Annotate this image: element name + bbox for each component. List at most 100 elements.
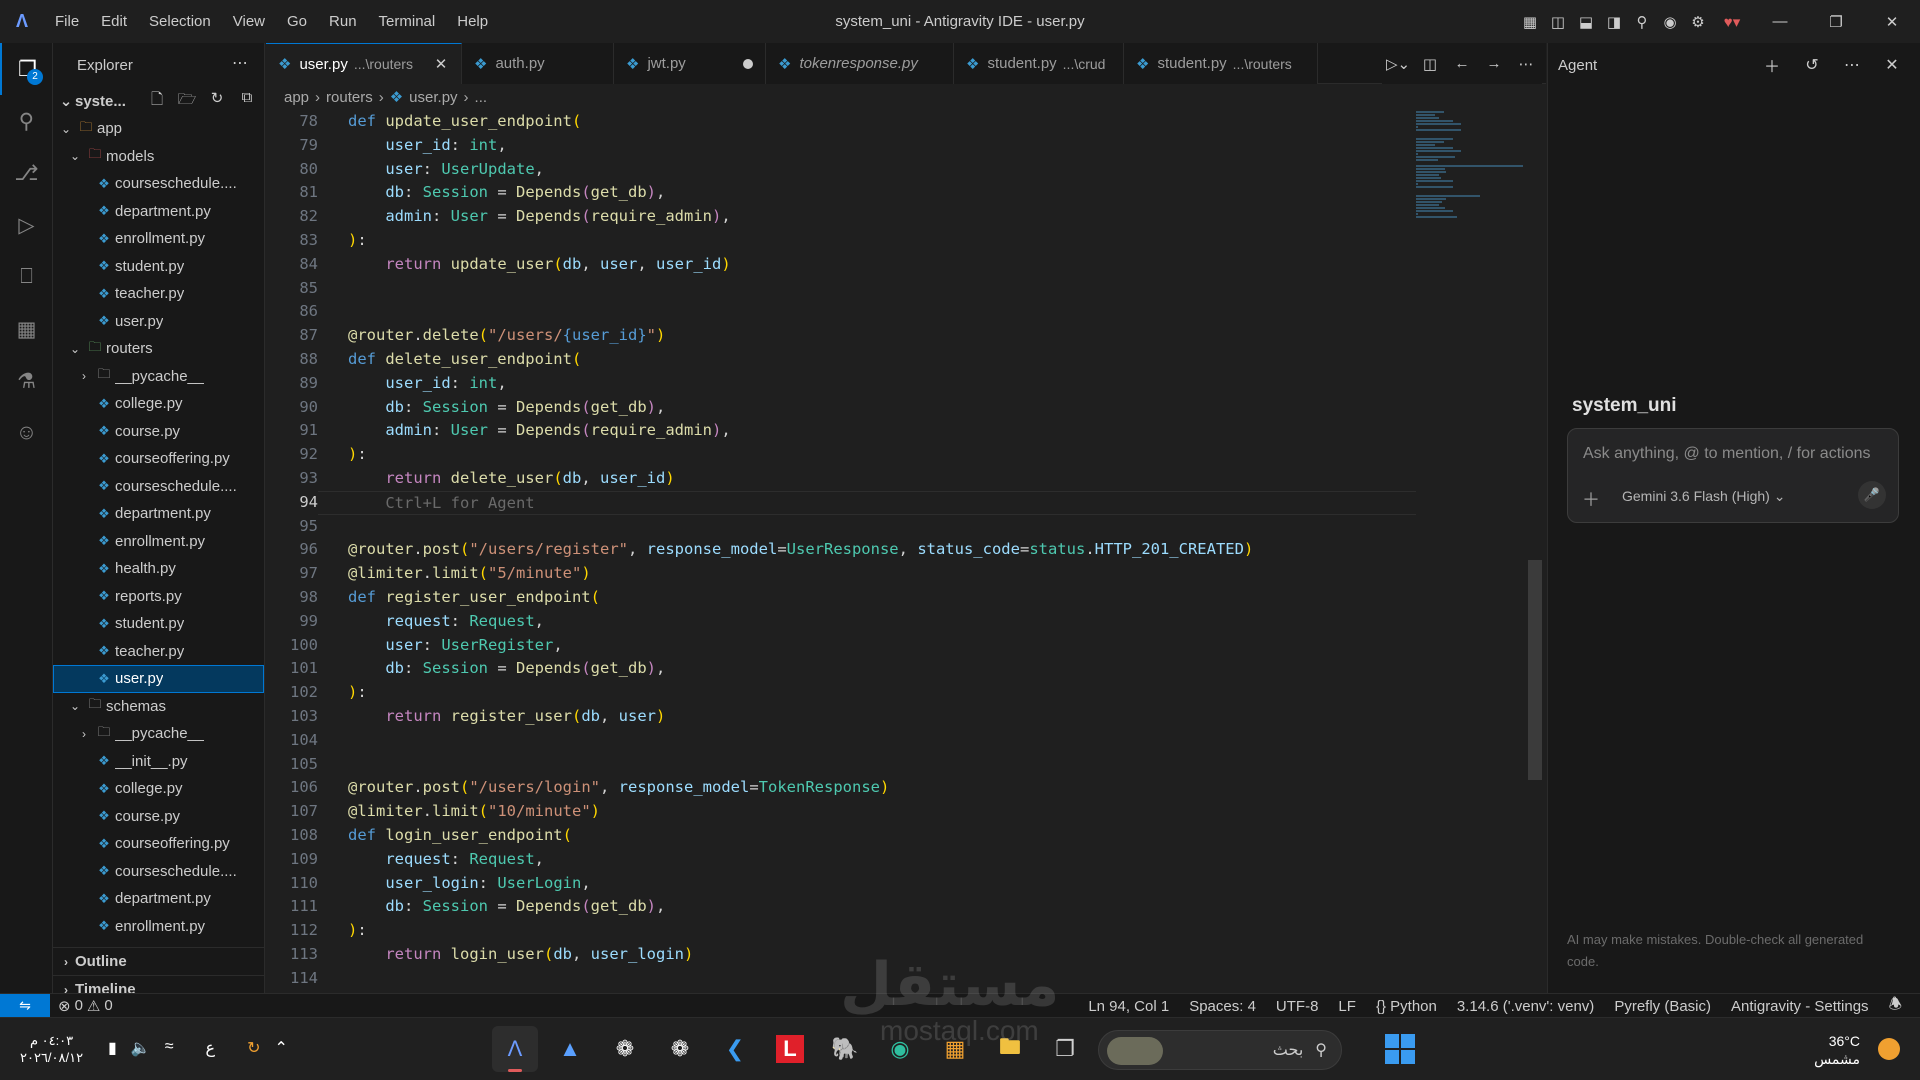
input-language[interactable]: ع <box>206 1038 216 1058</box>
explorer-icon[interactable]: ❐ 2 <box>0 43 53 95</box>
code-line[interactable]: 97 @limiter.limit("5/minute") <box>266 562 1416 586</box>
code-line[interactable]: 102): <box>266 681 1416 705</box>
tree-file[interactable]: ❖ enrollment.py <box>53 913 264 941</box>
language-mode[interactable]: {} Python <box>1366 998 1447 1015</box>
file-explorer-icon[interactable]: 🖿 <box>987 1026 1033 1072</box>
code-line[interactable]: 98 def register_user_endpoint( <box>266 586 1416 610</box>
code-line[interactable]: 110 user_login: UserLogin, <box>266 872 1416 896</box>
problems-indicator[interactable]: ⊗ 0 ⚠ 0 <box>58 997 113 1015</box>
run-debug-icon[interactable]: ▷ <box>0 199 53 251</box>
taskbar-search[interactable]: بحث ⚲ <box>1098 1030 1342 1070</box>
code-line[interactable]: 113 return login_user(db, user_login) <box>266 943 1416 967</box>
weather-widget[interactable]: 36°C مشمس <box>1814 1032 1860 1068</box>
tree-file[interactable]: ❖ student.py <box>53 610 264 638</box>
store-icon[interactable]: ▦ <box>932 1026 978 1072</box>
editor-tab[interactable]: ❖ student.py ...\crud <box>954 43 1124 84</box>
show-hidden-icons-icon[interactable]: ⌃ <box>274 1038 287 1058</box>
editor-tab[interactable]: ❖ tokenresponse.py <box>766 43 954 84</box>
outline-section[interactable]: › Outline <box>53 947 264 975</box>
tree-file[interactable]: ❖ courseschedule.... <box>53 473 264 501</box>
editor-tab[interactable]: ❖ student.py ...\routers <box>1124 43 1318 84</box>
breadcrumb-item[interactable]: app <box>284 89 309 106</box>
chatgpt-icon[interactable]: ❁ <box>602 1026 648 1072</box>
tree-file[interactable]: ❖ teacher.py <box>53 638 264 666</box>
menu-item-selection[interactable]: Selection <box>138 0 222 43</box>
gear-icon[interactable]: ⚙ <box>1684 8 1712 36</box>
split-editor-icon[interactable]: ◫ <box>1414 55 1446 73</box>
code-line[interactable]: 104 <box>266 729 1416 753</box>
search-view-icon[interactable]: ⚲ <box>0 95 53 147</box>
code-line[interactable]: 96 @router.post("/users/register", respon… <box>266 538 1416 562</box>
postgres-icon[interactable]: 🐘 <box>822 1026 868 1072</box>
collapse-all-icon[interactable]: ⧉ <box>234 89 260 114</box>
code-line[interactable]: 90 db: Session = Depends(get_db), <box>266 396 1416 420</box>
model-selector[interactable]: Gemini 3.6 Flash (High) ⌄ <box>1622 488 1785 505</box>
code-line[interactable]: 99 request: Request, <box>266 610 1416 634</box>
antigravity-app-icon[interactable]: Λ <box>492 1026 538 1072</box>
code-line[interactable]: 105 <box>266 753 1416 777</box>
menu-item-go[interactable]: Go <box>276 0 318 43</box>
tree-file[interactable]: ❖ department.py <box>53 885 264 913</box>
menu-item-edit[interactable]: Edit <box>90 0 138 43</box>
battery-icon[interactable]: ▮ <box>108 1038 117 1058</box>
extensions-icon[interactable]: ▦ <box>0 303 53 355</box>
code-line[interactable]: 88 def delete_user_endpoint( <box>266 348 1416 372</box>
agent-chat-input[interactable] <box>1568 439 1898 469</box>
tree-file[interactable]: ❖ courseoffering.py <box>53 830 264 858</box>
tree-file[interactable]: ❖ teacher.py <box>53 280 264 308</box>
menu-item-view[interactable]: View <box>222 0 276 43</box>
code-line[interactable]: 103 return register_user(db, user) <box>266 705 1416 729</box>
code-line[interactable]: 83): <box>266 229 1416 253</box>
files-app-icon[interactable]: ❐ <box>1042 1026 1088 1072</box>
new-file-icon[interactable]: 🗋 <box>144 89 170 114</box>
back-icon[interactable]: ← <box>1446 55 1478 72</box>
settings-status[interactable]: Antigravity - Settings <box>1721 998 1879 1015</box>
wifi-icon[interactable]: ≈ <box>165 1038 174 1058</box>
breadcrumb-item[interactable]: ... <box>475 89 488 106</box>
code-line[interactable]: 111 db: Session = Depends(get_db), <box>266 895 1416 919</box>
tree-file[interactable]: ❖ course.py <box>53 803 264 831</box>
clock[interactable]: ٠٤:٠٣ م ٢٠٢٦/٠٨/١٢ <box>20 1032 83 1066</box>
tree-file[interactable]: ❖ college.py <box>53 775 264 803</box>
browser-icon[interactable]: ◉ <box>1656 8 1684 36</box>
microphone-icon[interactable]: 🎤 <box>1858 481 1886 509</box>
more-actions-icon[interactable]: ⋯ <box>232 53 248 73</box>
code-line[interactable]: 79 user_id: int, <box>266 134 1416 158</box>
code-line[interactable]: 94 Ctrl+L for Agent <box>266 490 1416 515</box>
letter-l-app-icon[interactable]: L <box>767 1026 813 1072</box>
restore-button[interactable]: ❐ <box>1808 0 1864 43</box>
start-button[interactable] <box>1385 1034 1415 1064</box>
menu-item-terminal[interactable]: Terminal <box>368 0 447 43</box>
chatgpt-alt-icon[interactable]: ❁ <box>657 1026 703 1072</box>
tree-folder[interactable]: ⌄ 🗀 schemas <box>53 693 264 721</box>
unsaved-dot-icon[interactable] <box>743 58 753 69</box>
tree-folder[interactable]: ⌄ 🗀 routers <box>53 335 264 363</box>
forward-icon[interactable]: → <box>1478 55 1510 72</box>
code-line[interactable]: 112): <box>266 919 1416 943</box>
testing-icon[interactable]: ⚗ <box>0 355 53 407</box>
search-icon[interactable]: ⚲ <box>1628 8 1656 36</box>
vscode-icon[interactable]: ❮ <box>712 1026 758 1072</box>
edge-icon[interactable]: ◉ <box>877 1026 923 1072</box>
editor-tab[interactable]: ❖ user.py ...\routers ✕ <box>266 43 462 84</box>
refresh-icon[interactable]: ↻ <box>204 89 230 114</box>
agent-manager-icon[interactable]: ☺ <box>0 407 53 459</box>
history-icon[interactable]: ↺ <box>1792 55 1832 75</box>
close-tab-icon[interactable]: ✕ <box>433 55 449 73</box>
code-line[interactable]: 80 user: UserUpdate, <box>266 158 1416 182</box>
new-chat-icon[interactable]: ＋ <box>1752 53 1792 77</box>
volume-icon[interactable]: 🔈 <box>131 1038 151 1058</box>
tree-file[interactable]: ❖ courseschedule.... <box>53 858 264 886</box>
tree-folder[interactable]: › 🗀 __pycache__ <box>53 720 264 748</box>
code-line[interactable]: 89 user_id: int, <box>266 372 1416 396</box>
code-line[interactable]: 86 <box>266 300 1416 324</box>
workspace-root[interactable]: ⌄ syste... 🗋 🗁 ↻ ⧉ <box>53 87 264 115</box>
code-line[interactable]: 87 @router.delete("/users/{user_id}") <box>266 324 1416 348</box>
tree-file[interactable]: ❖ department.py <box>53 500 264 528</box>
tree-file[interactable]: ❖ courseschedule.... <box>53 170 264 198</box>
menu-item-help[interactable]: Help <box>446 0 499 43</box>
end-of-line[interactable]: LF <box>1328 998 1366 1015</box>
tree-folder[interactable]: ⌄ 🗀 app <box>53 115 264 143</box>
toggle-secondary-sidebar-icon[interactable]: ◨ <box>1600 8 1628 36</box>
code-line[interactable]: 82 admin: User = Depends(require_admin), <box>266 205 1416 229</box>
